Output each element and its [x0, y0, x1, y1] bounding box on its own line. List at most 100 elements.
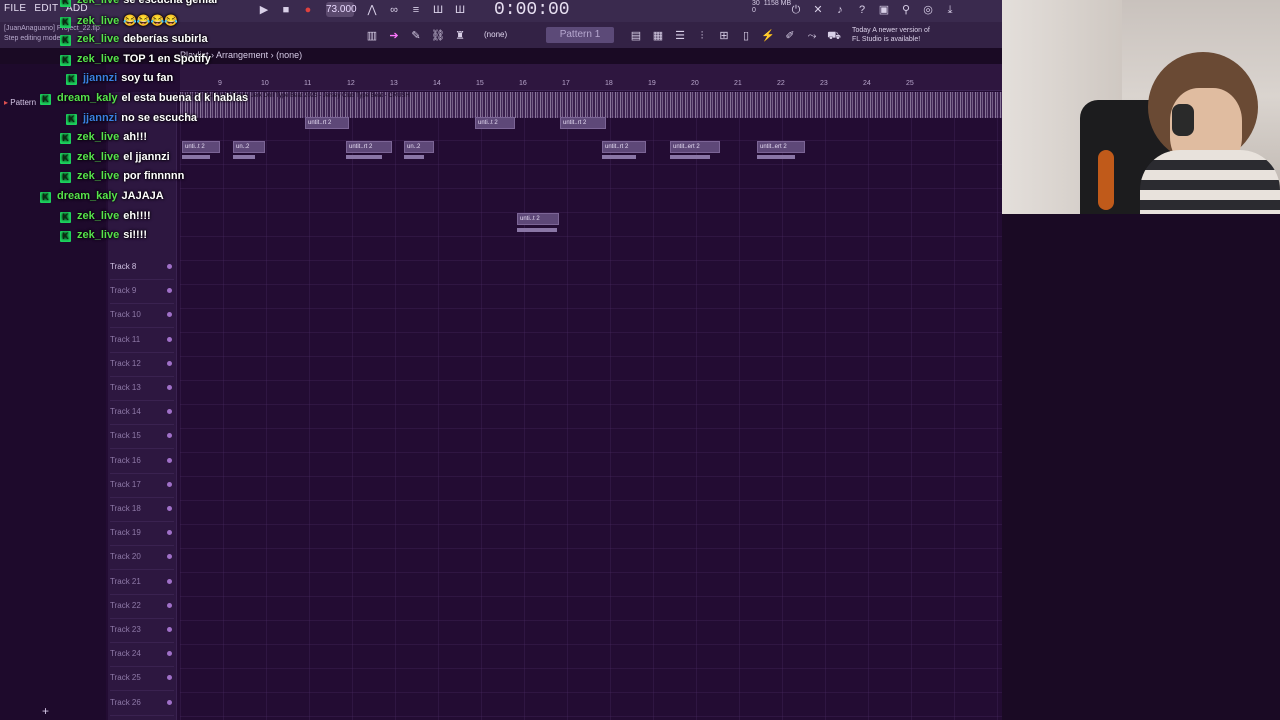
clip-notes [404, 155, 424, 159]
track-mute-dot[interactable] [167, 675, 172, 681]
mixer-icon[interactable]: ⫶ [694, 29, 710, 43]
song-mode-icon[interactable]: Ш [452, 3, 468, 17]
arrow-icon[interactable]: ➔ [386, 29, 402, 43]
power-icon[interactable]: ⏻ [788, 3, 804, 17]
pattern-clip[interactable]: untit..rt 2 [305, 117, 349, 129]
track-header[interactable]: Track 21 [110, 570, 174, 595]
track-mute-dot[interactable] [167, 409, 172, 415]
track-mute-dot[interactable] [167, 312, 172, 318]
track-mute-dot[interactable] [167, 288, 172, 294]
kick-badge-icon: K [60, 211, 71, 223]
track-header[interactable]: Track 20 [110, 545, 174, 571]
pattern-clip[interactable]: unti..t 2 [517, 213, 559, 225]
track-header[interactable]: Track 16 [110, 449, 174, 474]
browser-icon[interactable]: ⊞ [716, 29, 732, 43]
pattern-clip[interactable]: untit..rt 2 [602, 141, 646, 153]
track-header[interactable]: Track 17 [110, 473, 174, 498]
track-mute-dot[interactable] [167, 481, 172, 487]
save-icon[interactable]: ▣ [876, 3, 892, 17]
track-mute-dot[interactable] [167, 578, 172, 584]
track-header[interactable]: Track 14 [110, 400, 174, 426]
plugin-icon[interactable]: ⚲ [898, 3, 914, 17]
piano-icon[interactable]: ▥ [364, 29, 380, 43]
track-header[interactable]: Track 23 [110, 618, 174, 643]
pattern-clip[interactable]: unti..t 2 [475, 117, 515, 129]
kick-badge-icon: K [66, 113, 77, 125]
track-mute-dot[interactable] [167, 554, 172, 560]
track-header[interactable]: Track 19 [110, 521, 174, 547]
mic-icon[interactable]: ♪ [832, 3, 848, 17]
track-mute-dot[interactable] [167, 602, 172, 608]
track-mute-dot[interactable] [167, 627, 172, 632]
ruler-number: 24 [863, 80, 871, 87]
track-header[interactable]: Track 10 [110, 303, 174, 329]
chat-text: deberías subirla [123, 33, 208, 46]
cart-icon[interactable]: ⛟ [826, 29, 842, 43]
track-header[interactable]: Track 15 [110, 424, 174, 450]
kick-badge-icon: K [66, 74, 77, 86]
track-mute-dot[interactable] [167, 433, 172, 439]
pattern-clip[interactable]: un..2 [404, 141, 434, 153]
track-mute-dot[interactable] [167, 385, 172, 390]
track-mute-dot[interactable] [167, 336, 172, 342]
chat-text: el jjannzi [123, 150, 170, 163]
pattern-mode-icon[interactable]: Ш [430, 3, 446, 17]
add-track-icon[interactable]: + [42, 704, 49, 718]
playlist-grid[interactable] [180, 92, 1002, 720]
download-icon[interactable]: ⤓ [942, 3, 958, 17]
track-mute-dot[interactable] [167, 699, 172, 705]
record-icon[interactable]: ● [300, 3, 316, 17]
ruler-number: 25 [906, 80, 914, 87]
chat-message: Kzek_live TOP 1 en Spotify [60, 53, 211, 72]
file-icon[interactable]: ▯ [738, 29, 754, 43]
update-notice[interactable]: Today A newer version of FL Studio is av… [852, 26, 930, 44]
track-label: Track 15 [110, 431, 141, 441]
chat-username: zek_live [77, 52, 120, 65]
track-header[interactable]: Track 24 [110, 642, 174, 668]
track-header[interactable]: Track 12 [110, 352, 174, 377]
track-mute-dot[interactable] [167, 530, 172, 536]
track-header[interactable]: Track 18 [110, 497, 174, 522]
loop-icon[interactable]: ∞ [386, 3, 402, 17]
metronome-icon[interactable]: ⋀ [364, 3, 380, 17]
step-icon[interactable]: ≡ [408, 3, 424, 17]
stamp-icon[interactable]: ♜ [452, 29, 468, 43]
chat-message: Kzek_live 😂😂😂😂 [60, 14, 178, 33]
chat-message: Kdream_kaly el esta buena d k hablas [40, 92, 248, 111]
track-header[interactable]: Track 9 [110, 279, 174, 305]
pattern-clip[interactable]: untit..rt 2 [346, 141, 392, 153]
pattern-selector[interactable]: Pattern 1 [546, 27, 614, 43]
track-mute-dot[interactable] [167, 506, 172, 511]
track-mute-dot[interactable] [167, 457, 172, 463]
track-header[interactable]: Track 11 [110, 328, 174, 353]
ruler-number: 11 [304, 80, 312, 87]
track-header[interactable]: Track 25 [110, 666, 174, 692]
track-label: Track 8 [110, 262, 137, 271]
piano-roll-icon[interactable]: ▦ [650, 29, 666, 43]
brush-icon[interactable]: ✐ [782, 29, 798, 43]
ruler-number: 13 [390, 80, 398, 87]
help-icon[interactable]: ? [854, 3, 870, 17]
link-icon[interactable]: ⛓ [430, 29, 446, 43]
track-header[interactable]: Track 22 [110, 594, 174, 619]
ruler-number: 12 [347, 80, 355, 87]
pencil-icon[interactable]: ✎ [408, 29, 424, 43]
kick-badge-icon: K [60, 231, 71, 243]
tempo-display[interactable]: 73.000 [326, 2, 357, 17]
pattern-clip[interactable]: untit..ert 2 [670, 141, 720, 153]
plug-icon[interactable]: ⚡ [760, 29, 776, 43]
track-header[interactable]: Track 26 [110, 691, 174, 716]
playlist-icon[interactable]: ▤ [628, 29, 644, 43]
chat-icon[interactable]: ◎ [920, 3, 936, 17]
track-mute-dot[interactable] [167, 264, 172, 269]
pattern-clip[interactable]: untit..rt 2 [560, 117, 606, 129]
track-mute-dot[interactable] [167, 360, 172, 366]
pattern-clip[interactable]: untit..ert 2 [757, 141, 805, 153]
close-x-icon[interactable]: ✕ [810, 3, 826, 17]
track-mute-dot[interactable] [167, 651, 172, 657]
track-header[interactable]: Track 13 [110, 376, 174, 401]
cable-icon[interactable]: ⤳ [804, 29, 820, 43]
update-line-2: FL Studio is available! [852, 36, 921, 43]
channel-rack-icon[interactable]: ☰ [672, 29, 688, 43]
snap-select[interactable]: (none) [484, 30, 507, 39]
